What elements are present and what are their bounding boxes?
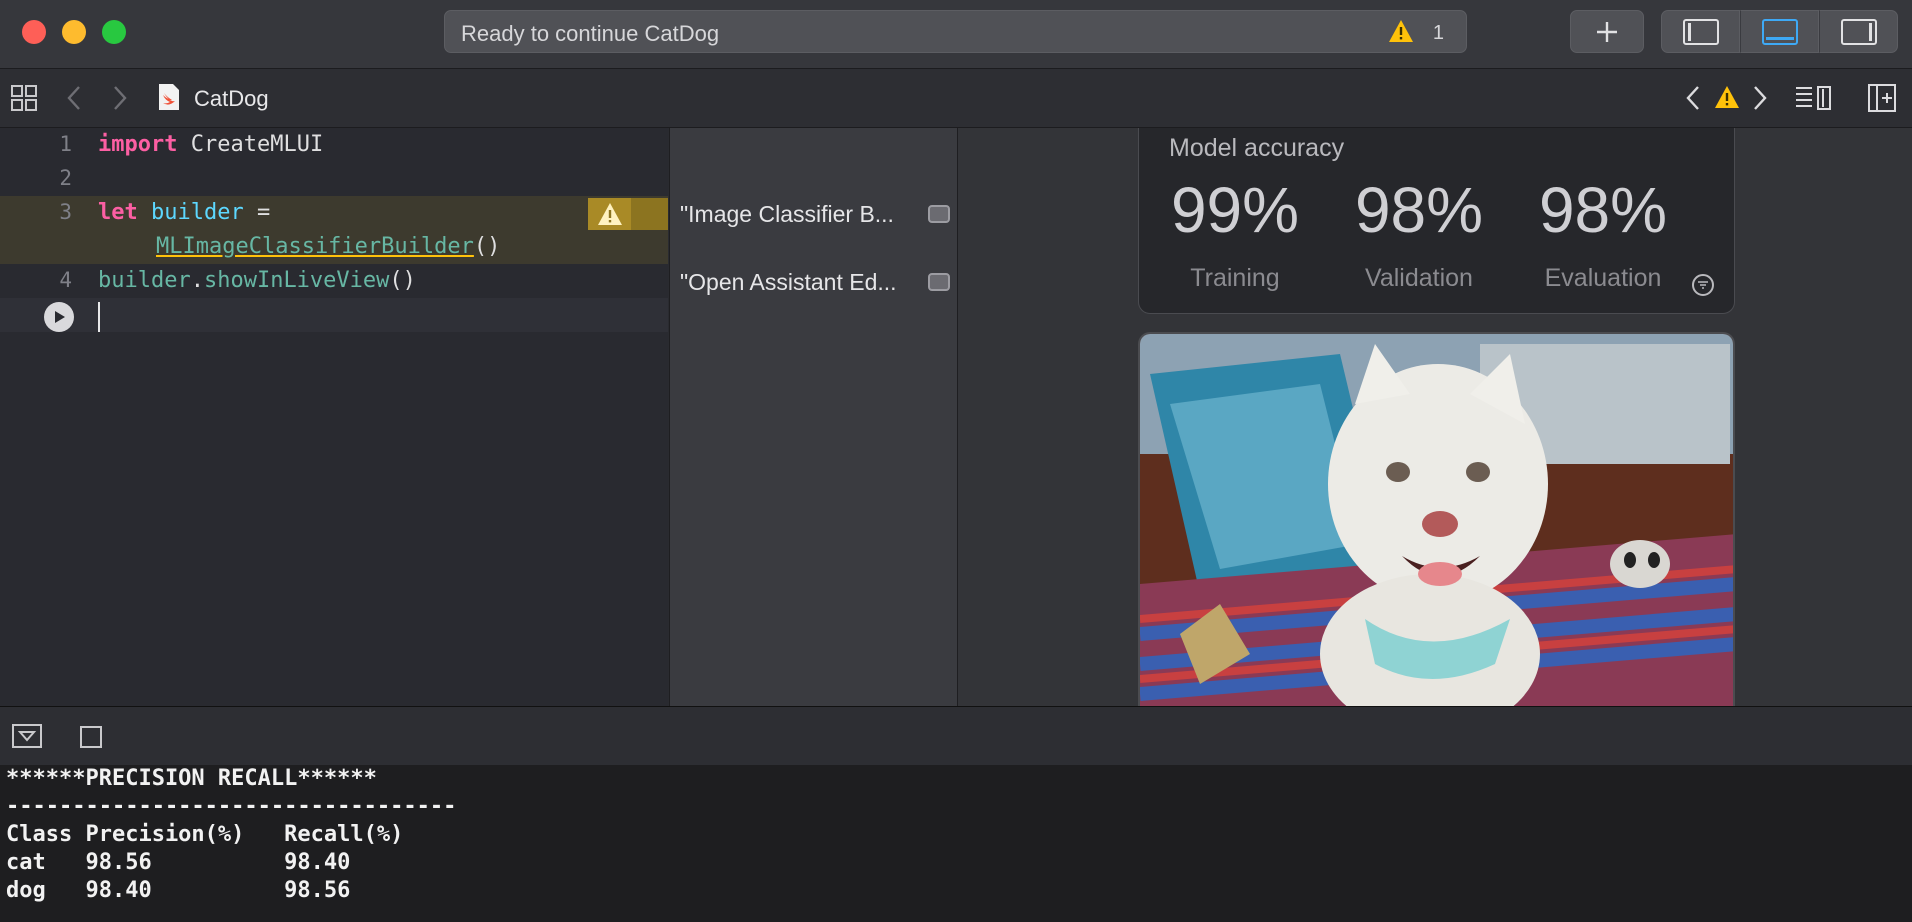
metric-label: Validation: [1365, 264, 1473, 292]
console-text: ******PRECISION RECALL****** -----------…: [6, 765, 456, 905]
zoom-window-button[interactable]: [102, 20, 126, 44]
add-editor-icon[interactable]: [1868, 84, 1896, 112]
window-titlebar: Ready to continue CatDog 1: [0, 0, 1912, 69]
model-accuracy-card: Model accuracy 99% Training 98% Validati…: [1138, 128, 1735, 314]
line-number: 3: [59, 200, 72, 224]
line-number: 4: [59, 268, 72, 292]
back-chevron-icon[interactable]: [66, 85, 82, 111]
line-number: 2: [59, 166, 72, 190]
debug-bar: [0, 706, 1912, 766]
model-accuracy-title: Model accuracy: [1169, 134, 1345, 162]
keyword-token: let: [98, 200, 138, 225]
metric-value: 98%: [1538, 174, 1668, 246]
add-library-button[interactable]: [1570, 10, 1644, 53]
line-number: 1: [59, 132, 72, 156]
call-parens-token: (): [473, 234, 501, 259]
warning-count: 1: [1432, 22, 1444, 44]
metric-value: 99%: [1170, 174, 1300, 246]
keyword-token: import: [98, 132, 178, 157]
minimize-window-button[interactable]: [62, 20, 86, 44]
method-token: showInLiveView: [203, 268, 390, 293]
toggle-debug-area-button[interactable]: [1740, 10, 1819, 53]
close-window-button[interactable]: [22, 20, 46, 44]
console-line: ******PRECISION RECALL******: [6, 766, 377, 791]
debug-area-toggle-icon: [1761, 18, 1798, 45]
code-line[interactable]: 2: [0, 162, 668, 196]
console-line: dog 98.40 98.56: [6, 878, 351, 903]
warning-icon: [597, 203, 622, 225]
editor-options-icon[interactable]: [1794, 85, 1832, 111]
result-text: "Open Assistant Ed...: [680, 269, 897, 295]
assignment-token: =: [243, 200, 271, 225]
forward-chevron-icon[interactable]: [112, 85, 128, 111]
metric-label: Training: [1190, 264, 1280, 292]
metric-label: Evaluation: [1544, 264, 1662, 292]
filter-icon[interactable]: [1692, 274, 1714, 296]
training-metric: 99% Training: [1143, 178, 1327, 293]
stop-icon[interactable]: [80, 726, 102, 748]
console-output[interactable]: ******PRECISION RECALL****** -----------…: [0, 765, 1912, 922]
navigator-toggle-icon: [1682, 18, 1719, 45]
result-row[interactable]: "Open Assistant Ed...: [680, 264, 950, 298]
result-text: "Image Classifier B...: [680, 201, 894, 227]
run-playground-button[interactable]: [44, 302, 74, 332]
warning-icon[interactable]: [1388, 19, 1414, 48]
evaluation-metric: 98% Evaluation: [1511, 178, 1695, 293]
results-sidebar: "Image Classifier B... "Open Assistant E…: [669, 128, 958, 706]
console-line: Class Precision(%) Recall(%): [6, 822, 404, 847]
inspector-toggle-icon: [1840, 18, 1877, 45]
dot-token: .: [190, 268, 204, 293]
inline-warning-badge[interactable]: [588, 198, 668, 230]
console-line: cat 98.56 98.40: [6, 850, 351, 875]
next-issue-chevron-icon[interactable]: [1752, 85, 1768, 111]
current-code-line[interactable]: [0, 298, 668, 332]
toggle-navigator-button[interactable]: [1661, 10, 1740, 53]
source-editor[interactable]: 1 import CreateMLUI 2 3 let builder = ML…: [0, 128, 668, 706]
metric-value: 98%: [1354, 174, 1484, 246]
toggle-inspector-button[interactable]: [1819, 10, 1898, 53]
activity-status-text: Ready to continue CatDog: [461, 21, 720, 46]
related-items-icon[interactable]: [10, 84, 38, 112]
quick-look-icon[interactable]: [928, 273, 950, 291]
method-parens-token: (): [389, 268, 416, 293]
plus-icon: [1597, 21, 1617, 42]
code-line[interactable]: 1 import CreateMLUI: [0, 128, 668, 162]
play-icon: [55, 311, 65, 323]
jump-bar: CatDog: [0, 69, 1912, 128]
hide-debug-area-icon[interactable]: [12, 724, 42, 748]
live-view[interactable]: Model accuracy 99% Training 98% Validati…: [958, 128, 1912, 706]
console-line: ----------------------------------: [6, 794, 457, 819]
code-line[interactable]: 4 builder.showInLiveView(): [0, 264, 668, 298]
type-token: MLImageClassifierBuilder: [156, 234, 474, 259]
module-token: CreateMLUI: [190, 132, 324, 157]
variable-token: builder: [98, 268, 191, 293]
activity-viewer[interactable]: Ready to continue CatDog 1: [444, 10, 1467, 53]
swift-playground-file-icon: [158, 83, 180, 111]
validation-metric: 98% Validation: [1327, 178, 1511, 293]
dog-image-preview: [1138, 332, 1735, 706]
result-row[interactable]: "Image Classifier B...: [680, 196, 950, 230]
variable-token: builder: [151, 200, 244, 225]
quick-look-icon[interactable]: [928, 205, 950, 223]
file-name[interactable]: CatDog: [194, 86, 269, 112]
issue-warning-icon[interactable]: [1714, 85, 1740, 109]
previous-issue-chevron-icon[interactable]: [1685, 85, 1701, 111]
code-line-warning[interactable]: 3 let builder = MLImageClassifierBuilder…: [0, 196, 668, 264]
text-cursor: [98, 302, 100, 332]
